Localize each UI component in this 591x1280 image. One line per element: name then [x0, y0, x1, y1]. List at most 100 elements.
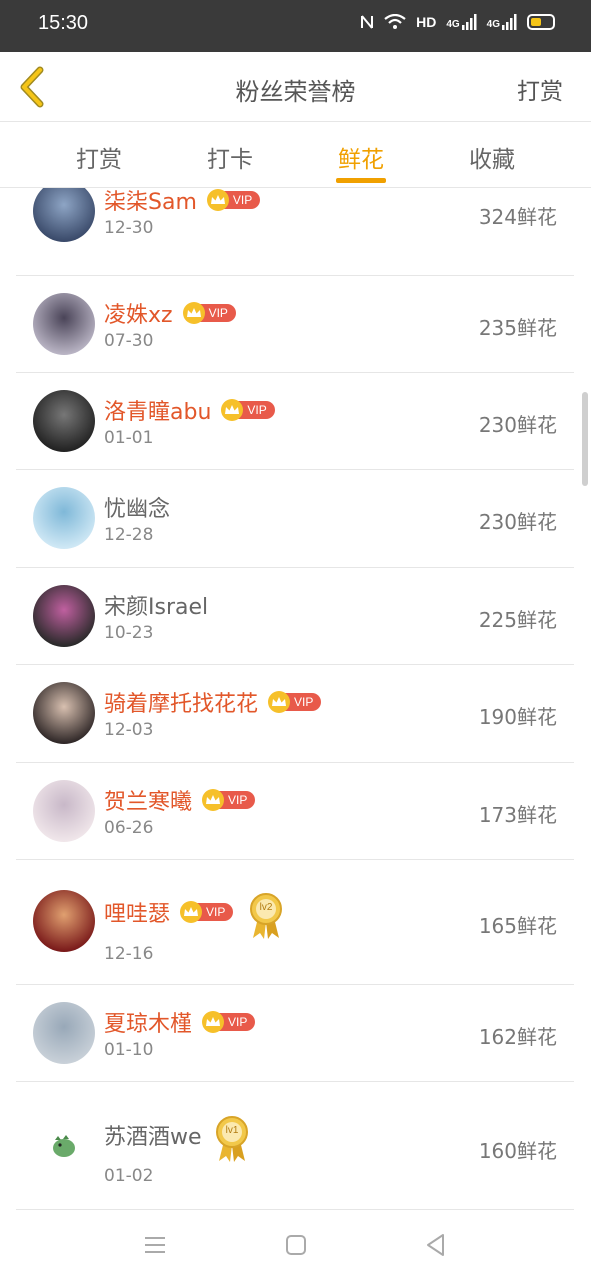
fan-name-text: 忧幽念 [104, 497, 171, 522]
flower-count: 230鲜花 [478, 413, 557, 437]
wifi-icon [384, 14, 406, 29]
avatar[interactable] [33, 585, 95, 647]
vip-badge: VIP [206, 189, 261, 211]
flower-count: 173鲜花 [478, 803, 557, 827]
page-title: 粉丝荣誉榜 [235, 78, 356, 106]
tab-flowers[interactable]: 鲜花 [321, 140, 401, 174]
signal-bars-icon [502, 14, 517, 30]
fan-name[interactable]: 骑着摩托找花花 VIP [104, 686, 322, 718]
fan-date: 12-30 [104, 218, 154, 238]
flower-count: 225鲜花 [478, 608, 557, 632]
avatar[interactable] [33, 390, 95, 452]
fan-name[interactable]: 凌姝xz VIP [104, 297, 236, 329]
signal-4g-1: 4G [446, 14, 477, 30]
battery-icon [527, 14, 555, 30]
fan-name-text: 贺兰寒曦 [104, 790, 193, 815]
status-bar: 15:30 HD 4G 4G [0, 0, 591, 52]
fan-name-text: 哩哇瑟 [104, 902, 171, 927]
system-nav-bar [0, 1210, 591, 1280]
fan-date: 10-23 [104, 623, 154, 643]
fan-name-text: 凌姝xz [104, 303, 173, 328]
fan-row[interactable]: 洛青瞳abu VIP 01-01 230鲜花 [16, 373, 574, 470]
fan-date: 01-01 [104, 428, 154, 448]
fan-date: 01-02 [104, 1166, 154, 1186]
fan-name-text: 苏酒酒we [104, 1125, 202, 1150]
back-nav-icon[interactable] [421, 1230, 451, 1260]
reward-button[interactable]: 打赏 [517, 72, 563, 106]
tab-favorites[interactable]: 收藏 [452, 140, 532, 174]
avatar[interactable] [33, 890, 95, 952]
avatar[interactable] [33, 1112, 95, 1174]
vip-badge: VIP [182, 302, 236, 324]
vip-badge: VIP [221, 399, 275, 421]
level-medal-icon: lv1 [214, 1115, 250, 1163]
level-medal-icon: lv2 [248, 892, 284, 940]
avatar[interactable] [33, 487, 95, 549]
crown-icon [268, 691, 291, 713]
avatar[interactable] [33, 1002, 95, 1064]
hd-label: HD [416, 14, 437, 30]
avatar[interactable] [33, 293, 95, 355]
fan-date: 06-26 [104, 818, 154, 838]
crown-icon [180, 901, 203, 923]
crown-icon [182, 302, 205, 324]
fan-row[interactable]: 夏琼木槿 VIP 01-10 162鲜花 [16, 985, 574, 1082]
fan-name[interactable]: 苏酒酒we [104, 1119, 202, 1151]
avatar[interactable] [33, 780, 95, 842]
fan-name-text: 洛青瞳abu [104, 400, 212, 425]
flower-count: 324鲜花 [478, 205, 557, 229]
fan-row[interactable]: 柒柒Sam VIP 12-30 324鲜花 [16, 188, 574, 276]
flower-count: 162鲜花 [478, 1025, 557, 1049]
header: 粉丝荣誉榜 打赏 [0, 52, 591, 122]
fan-row[interactable]: 凌姝xz VIP 07-30 235鲜花 [16, 276, 574, 373]
signal-bars-icon [461, 14, 477, 30]
fan-name-text: 夏琼木槿 [104, 1012, 193, 1037]
crown-icon [206, 189, 229, 211]
fan-row[interactable]: 宋颜Israel 10-23 225鲜花 [16, 568, 574, 665]
fan-name[interactable]: 宋颜Israel [104, 589, 208, 621]
fan-row[interactable]: 贺兰寒曦 VIP 06-26 173鲜花 [16, 763, 574, 860]
vip-badge: VIP [202, 789, 256, 811]
fan-name-text: 骑着摩托找花花 [104, 692, 259, 717]
flower-count: 230鲜花 [478, 510, 557, 534]
status-time: 15:30 [38, 12, 89, 34]
active-tab-indicator [336, 178, 386, 183]
flower-count: 160鲜花 [478, 1139, 557, 1163]
fan-name[interactable]: 贺兰寒曦 VIP [104, 784, 256, 816]
fan-date: 07-30 [104, 331, 154, 351]
home-icon[interactable] [281, 1230, 311, 1260]
fan-row[interactable]: 忧幽念 12-28 230鲜花 [16, 470, 574, 568]
tab-bar: 打赏 打卡 鲜花 收藏 [0, 122, 591, 188]
status-icons: HD 4G 4G [360, 14, 555, 30]
flower-count: 165鲜花 [478, 914, 557, 938]
fan-name[interactable]: 洛青瞳abu VIP [104, 394, 275, 426]
nfc-icon [361, 15, 374, 29]
fan-row[interactable]: 苏酒酒we lv1 01-02 160鲜花 [16, 1082, 574, 1210]
flower-count: 235鲜花 [478, 316, 557, 340]
fan-row[interactable]: 哩哇瑟 VIP lv2 12-16 165鲜花 [16, 860, 574, 985]
fan-list: 柒柒Sam VIP 12-30 324鲜花凌姝xz VIP 07-30 235鲜花洛青瞳ab… [0, 188, 591, 1210]
fan-date: 12-16 [104, 944, 154, 964]
medal-level-text: lv1 [225, 1125, 239, 1136]
tab-reward[interactable]: 打赏 [59, 140, 139, 174]
fan-row[interactable]: 骑着摩托找花花 VIP 12-03 190鲜花 [16, 665, 574, 763]
fan-name[interactable]: 夏琼木槿 VIP [104, 1006, 256, 1038]
avatar[interactable] [33, 188, 95, 242]
crown-icon [202, 1011, 225, 1033]
fan-date: 01-10 [104, 1040, 154, 1060]
avatar[interactable] [33, 682, 95, 744]
crown-icon [202, 789, 225, 811]
tab-checkin[interactable]: 打卡 [190, 140, 270, 174]
vip-badge: VIP [268, 691, 322, 713]
fan-name-text: 柒柒Sam [104, 190, 197, 215]
fan-name[interactable]: 柒柒Sam VIP [104, 188, 261, 216]
flower-count: 190鲜花 [478, 705, 557, 729]
scrollbar[interactable] [582, 392, 588, 486]
fan-name[interactable]: 哩哇瑟 VIP [104, 896, 234, 928]
menu-icon[interactable] [140, 1230, 170, 1260]
signal-4g-2: 4G [487, 14, 517, 30]
vip-badge: VIP [180, 901, 234, 923]
fan-date: 12-03 [104, 720, 154, 740]
fan-name[interactable]: 忧幽念 [104, 491, 170, 523]
medal-level-text: lv2 [259, 902, 273, 913]
